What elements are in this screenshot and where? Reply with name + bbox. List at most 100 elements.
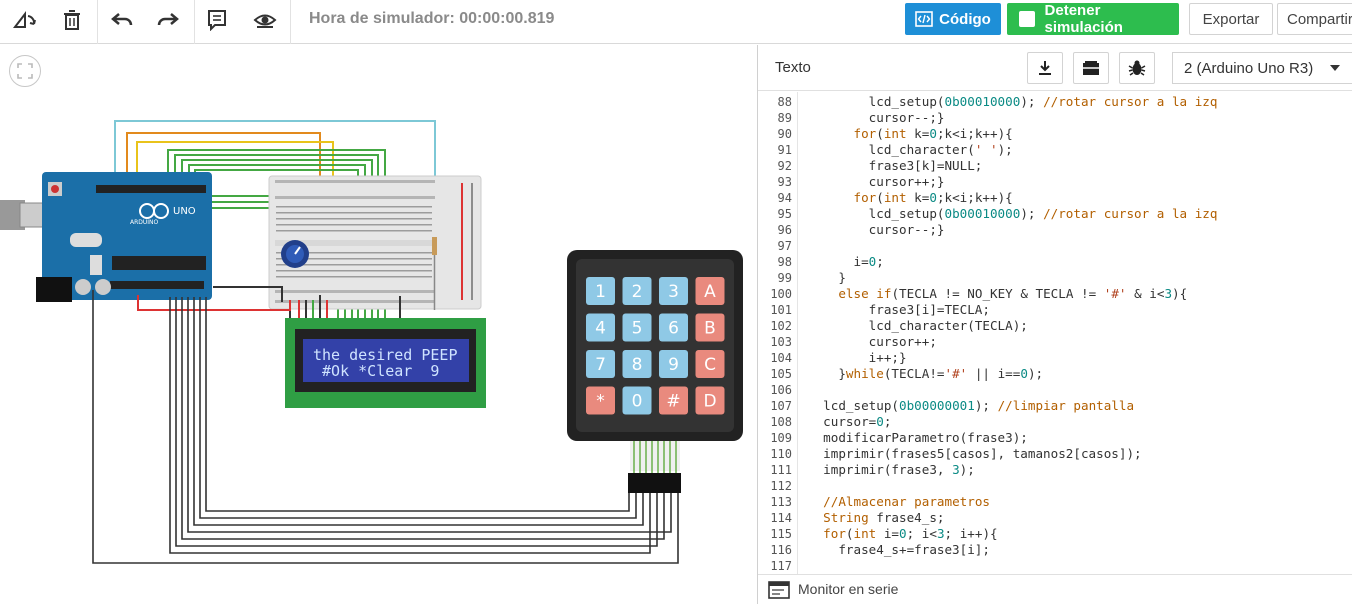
circuit-drawing: ARDUINO UNO the desired PEEP #Ok *Clear … (0, 120, 743, 564)
circuit-canvas[interactable]: ARDUINO UNO the desired PEEP #Ok *Clear … (0, 45, 757, 604)
undo-icon[interactable] (106, 6, 138, 34)
arduino-board[interactable]: ARDUINO UNO (36, 172, 212, 302)
share-button[interactable]: Compartir (1277, 3, 1352, 35)
code-line[interactable]: 92 frase3[k]=NULL; (758, 158, 1352, 174)
code-button[interactable]: Código (905, 3, 1001, 35)
code-line[interactable]: 113 //Almacenar parametros (758, 494, 1352, 510)
keypad-key-label: 3 (668, 282, 679, 302)
line-number: 91 (777, 143, 792, 157)
simulator-time: Hora de simulador: 00:00:00.819 (309, 10, 555, 27)
debugger-button[interactable] (1119, 52, 1155, 84)
code-line[interactable]: 114 String frase4_s; (758, 510, 1352, 526)
code-line[interactable]: 110 imprimir(frases5[casos], tamanos2[ca… (758, 446, 1352, 462)
device-select-value: 2 (Arduino Uno R3) (1184, 59, 1314, 77)
line-number: 117 (770, 559, 792, 573)
code-line[interactable]: 104 i++;} (758, 350, 1352, 366)
line-number: 96 (777, 223, 792, 237)
stop-button-label: Detener simulación (1044, 2, 1123, 36)
code-line[interactable]: 99 } (758, 270, 1352, 286)
line-number: 104 (770, 351, 792, 365)
keypad-key-label: 0 (632, 392, 643, 412)
stop-icon (1019, 11, 1035, 27)
code-line[interactable]: 94 for(int k=0;k<i;k++){ (758, 190, 1352, 206)
line-number: 94 (777, 191, 792, 205)
code-line[interactable]: 105 }while(TECLA!='#' || i==0); (758, 366, 1352, 382)
code-line[interactable]: 108 cursor=0; (758, 414, 1352, 430)
line-number: 112 (770, 479, 792, 493)
keypad-key-label: 8 (632, 355, 643, 375)
keypad-key-label: * (596, 392, 605, 412)
line-number: 100 (770, 287, 792, 301)
code-line[interactable]: 102 lcd_character(TECLA); (758, 318, 1352, 334)
code-line[interactable]: 100 else if(TECLA != NO_KEY & TECLA != '… (758, 286, 1352, 302)
keypad-key-label: 7 (595, 355, 606, 375)
code-line[interactable]: 93 cursor++;} (758, 174, 1352, 190)
code-line[interactable]: 109 modificarParametro(frase3); (758, 430, 1352, 446)
code-line[interactable]: 98 i=0; (758, 254, 1352, 270)
code-text: } (808, 270, 846, 285)
code-line[interactable]: 106 (758, 382, 1352, 398)
code-line[interactable]: 101 frase3[i]=TECLA; (758, 302, 1352, 318)
code-text: cursor--;} (808, 222, 945, 237)
code-text: for(int k=0;k<i;k++){ (853, 126, 1013, 141)
rotate-icon[interactable] (9, 6, 41, 34)
code-mode-label[interactable]: Texto (775, 59, 811, 76)
export-button[interactable]: Exportar (1189, 3, 1273, 35)
code-line[interactable]: 97 (758, 238, 1352, 254)
code-line[interactable]: 95 lcd_setup(0b00010000); //rotar cursor… (758, 206, 1352, 222)
line-number: 109 (770, 431, 792, 445)
code-line[interactable]: 107 lcd_setup(0b00000001); //limpiar pan… (758, 398, 1352, 414)
line-number: 113 (770, 495, 792, 509)
eye-icon[interactable] (249, 6, 281, 34)
code-line[interactable]: 117 (758, 558, 1352, 574)
keypad-key-label: 5 (632, 319, 643, 339)
download-button[interactable] (1027, 52, 1063, 84)
code-text: for(int k=0;k<i;k++){ (853, 190, 1013, 205)
resistor (432, 237, 437, 255)
code-text: cursor=0; (808, 414, 892, 429)
device-select[interactable]: 2 (Arduino Uno R3) (1172, 52, 1352, 84)
code-line[interactable]: 103 cursor++; (758, 334, 1352, 350)
library-icon (1083, 61, 1099, 75)
code-line[interactable]: 96 cursor--;} (758, 222, 1352, 238)
library-button[interactable] (1073, 52, 1109, 84)
stop-simulation-button[interactable]: Detener simulación (1007, 2, 1179, 36)
line-number: 108 (770, 415, 792, 429)
chevron-down-icon (1330, 65, 1340, 71)
code-line[interactable]: 111 imprimir(frase3, 3); (758, 462, 1352, 478)
redo-icon[interactable] (152, 6, 184, 34)
code-line[interactable]: 112 (758, 478, 1352, 494)
code-text: frase3[k]=NULL; (808, 158, 983, 173)
trash-icon[interactable] (56, 6, 88, 34)
line-number: 90 (777, 127, 792, 141)
code-text: cursor++;} (808, 174, 945, 189)
code-panel-header: Texto 2 (Arduino Uno R3) (758, 45, 1352, 91)
code-line[interactable]: 89 cursor--;} (758, 110, 1352, 126)
lcd-line-2: #Ok *Clear 9 (313, 362, 439, 380)
arduino-model-label: UNO (173, 206, 196, 217)
line-number: 102 (770, 319, 792, 333)
code-text: i=0; (808, 254, 884, 269)
line-number: 105 (770, 367, 792, 381)
bug-icon (1128, 60, 1146, 76)
code-text: lcd_character(' '); (808, 142, 1013, 157)
line-number: 106 (770, 383, 792, 397)
code-line[interactable]: 91 lcd_character(' '); (758, 142, 1352, 158)
code-line[interactable]: 90 for(int k=0;k<i;k++){ (758, 126, 1352, 142)
code-line[interactable]: 116 frase4_s+=frase3[i]; (758, 542, 1352, 558)
code-line[interactable]: 88 lcd_setup(0b00010000); //rotar cursor… (758, 94, 1352, 110)
notes-icon[interactable] (201, 6, 233, 34)
code-line[interactable]: 115 for(int i=0; i<3; i++){ (758, 526, 1352, 542)
line-number: 93 (777, 175, 792, 189)
code-text: lcd_setup(0b00000001); //limpiar pantall… (808, 398, 1135, 413)
code-editor[interactable]: 88 lcd_setup(0b00010000); //rotar cursor… (758, 92, 1352, 574)
serial-monitor-icon (768, 581, 790, 599)
keypad-key-label: 9 (668, 355, 679, 375)
line-number: 116 (770, 543, 792, 557)
line-number: 97 (777, 239, 792, 253)
line-number: 99 (777, 271, 792, 285)
line-number: 89 (777, 111, 792, 125)
code-text: String frase4_s; (823, 510, 945, 525)
serial-monitor-bar[interactable]: Monitor en serie (758, 574, 1352, 604)
code-button-label: Código (939, 10, 991, 28)
